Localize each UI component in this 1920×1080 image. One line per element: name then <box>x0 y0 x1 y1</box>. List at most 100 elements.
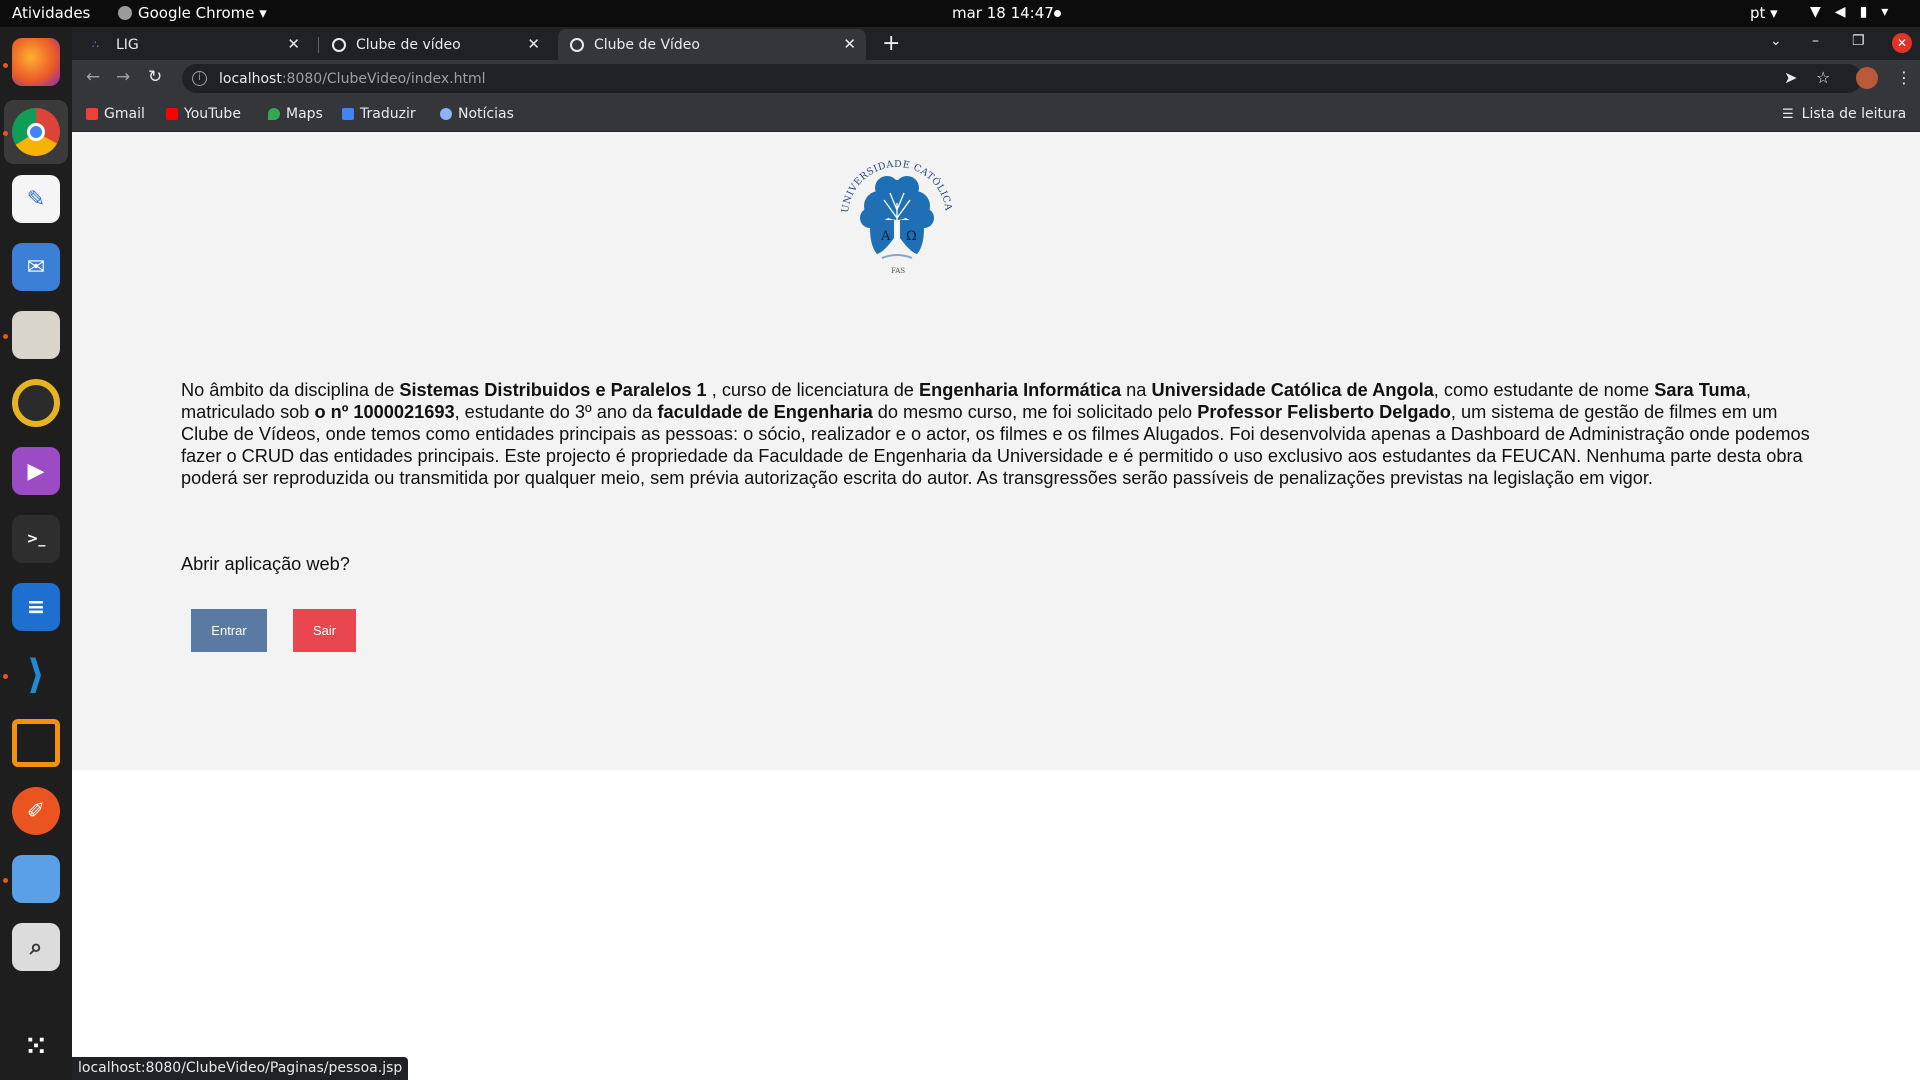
bookmark-gmail[interactable]: Gmail <box>86 106 145 122</box>
new-tab-button[interactable]: + <box>882 31 900 56</box>
about-text: , curso de licenciatura de <box>706 380 919 400</box>
page-viewport: UNIVERSIDADE CATÓLICA DE ANGOLA A Ω FAS <box>72 132 1920 1080</box>
wifi-icon: ▼ <box>1810 4 1821 20</box>
open-app-question: Abrir aplicação web? <box>181 554 350 574</box>
tab-separator <box>318 37 319 53</box>
app-menu-label: Google Chrome ▾ <box>138 4 267 22</box>
volume-icon: ◀ <box>1834 4 1846 20</box>
bookmarks-bar: Gmail YouTube Maps Traduzir Notícias ☰ L… <box>72 97 1920 132</box>
bookmark-youtube[interactable]: YouTube <box>166 106 241 122</box>
reading-list-button[interactable]: ☰ Lista de leitura <box>1782 106 1906 122</box>
bookmark-traduzir[interactable]: Traduzir <box>342 106 416 122</box>
bookmark-label: Maps <box>286 106 323 122</box>
tab-clube-de-video[interactable]: Clube de vídeo ✕ <box>320 29 550 60</box>
minimize-button[interactable]: – <box>1812 33 1819 49</box>
activities-button[interactable]: Atividades <box>12 4 90 22</box>
running-indicator <box>3 674 8 679</box>
tab-title: Clube de vídeo <box>356 36 461 53</box>
terminal-icon[interactable]: >_ <box>12 515 60 563</box>
url-host: localhost <box>219 70 282 87</box>
about-emphasis: Professor Felisberto Delgado <box>1197 402 1451 422</box>
send-icon[interactable]: ➤ <box>1784 68 1797 87</box>
postman-icon[interactable]: ✐ <box>12 787 60 835</box>
gmail-icon <box>86 108 98 120</box>
logo-footer: FAS <box>891 267 905 275</box>
enter-button[interactable]: Entrar <box>191 609 267 652</box>
bookmark-label: Traduzir <box>360 106 416 122</box>
university-logo: UNIVERSIDADE CATÓLICA DE ANGOLA A Ω FAS <box>832 148 954 275</box>
running-indicator <box>3 63 8 68</box>
profile-avatar[interactable] <box>1856 67 1878 89</box>
text-editor-icon[interactable]: ✎ <box>12 175 60 223</box>
vscode-icon[interactable]: ⟩ <box>12 651 60 699</box>
videos-icon[interactable]: ▶ <box>12 447 60 495</box>
about-text: , como estudante de nome <box>1433 380 1655 400</box>
link-status-bubble: localhost:8080/ClubeVideo/Paginas/pessoa… <box>72 1057 409 1080</box>
about-paragraph: No âmbito da disciplina de Sistemas Dist… <box>181 379 1821 489</box>
dock: ✎ ✉ ▶ >_ ≡ ⟩ ✐ ⌕ ⁙ <box>0 27 72 1080</box>
files-icon[interactable] <box>12 311 60 359</box>
back-button[interactable]: ← <box>86 67 100 87</box>
apps-grid-icon[interactable]: ⁙ <box>12 1023 60 1071</box>
menu-kebab-icon[interactable]: ⋮ <box>1896 68 1912 87</box>
exit-button[interactable]: Sair <box>293 609 356 652</box>
chrome-icon[interactable] <box>12 108 60 156</box>
bookmark-label: Gmail <box>104 106 145 122</box>
lig-favicon-icon: ∴ <box>92 37 99 51</box>
reload-button[interactable]: ↻ <box>148 67 162 87</box>
content-panel: UNIVERSIDADE CATÓLICA DE ANGOLA A Ω FAS <box>72 132 1920 770</box>
language-selector[interactable]: pt ▾ <box>1750 4 1778 22</box>
tab-clube-de-video-active[interactable]: Clube de Vídeo ✕ <box>558 29 866 60</box>
system-top-bar: Atividades Google Chrome ▾ mar 18 14:47 … <box>0 0 1920 27</box>
site-info-icon[interactable]: i <box>192 71 207 86</box>
bookmark-noticias[interactable]: Notícias <box>440 106 514 122</box>
running-indicator <box>3 878 8 883</box>
rhythmbox-icon[interactable] <box>12 379 60 427</box>
maps-icon <box>268 108 280 120</box>
running-indicator <box>3 131 8 136</box>
address-bar[interactable]: i localhost :8080/ClubeVideo/index.html <box>182 64 1862 93</box>
about-text: do mesmo curso, me foi solicitado pelo <box>872 402 1198 422</box>
about-emphasis: o nº 1000021693 <box>314 402 455 422</box>
close-icon[interactable]: ✕ <box>843 35 856 53</box>
translate-icon <box>342 108 354 120</box>
firefox-icon[interactable] <box>12 38 60 86</box>
close-icon[interactable]: ✕ <box>527 35 540 53</box>
virtualbox-icon[interactable] <box>12 719 60 767</box>
reading-list-label: Lista de leitura <box>1801 106 1907 122</box>
thunderbird-icon[interactable]: ✉ <box>12 243 60 291</box>
logo-omega: Ω <box>906 229 917 244</box>
clock[interactable]: mar 18 14:47 <box>952 4 1054 22</box>
chevron-down-icon: ▾ <box>1881 4 1889 20</box>
window-close-button[interactable]: ✕ <box>1892 33 1912 53</box>
bookmark-star-icon[interactable]: ☆ <box>1816 68 1830 87</box>
tab-search-chevron-icon[interactable]: ⌄ <box>1770 33 1782 49</box>
bookmark-maps[interactable]: Maps <box>268 106 323 122</box>
restore-button[interactable]: ❐ <box>1852 33 1865 49</box>
close-icon[interactable]: ✕ <box>287 35 300 53</box>
url-path: :8080/ClubeVideo/index.html <box>281 70 486 87</box>
search-icon[interactable]: ⌕ <box>12 923 60 971</box>
tab-title: LIG <box>116 36 139 53</box>
writer-icon[interactable]: ≡ <box>12 583 60 631</box>
about-text: , estudante do 3º ano da <box>454 402 658 422</box>
app-menu[interactable]: Google Chrome ▾ <box>118 4 267 22</box>
chrome-icon <box>118 6 132 20</box>
news-icon <box>440 108 452 120</box>
logo-alpha: A <box>880 229 891 244</box>
3d-box-icon[interactable] <box>12 855 60 903</box>
browser-toolbar: ← → ↻ i localhost :8080/ClubeVideo/index… <box>72 60 1920 97</box>
about-text: No âmbito da disciplina de <box>181 380 400 400</box>
about-emphasis: Universidade Católica de Angola <box>1151 380 1434 400</box>
about-emphasis: Sistemas Distribuidos e Paralelos 1 <box>399 380 707 400</box>
tab-title: Clube de Vídeo <box>594 36 700 53</box>
about-emphasis: faculdade de Engenharia <box>657 402 873 422</box>
tab-lig[interactable]: ∴ LIG ✕ <box>80 29 310 60</box>
system-menu[interactable]: ▼ ◀ ▮ ▾ <box>1810 4 1888 20</box>
forward-button[interactable]: → <box>116 67 130 87</box>
about-text: na <box>1121 380 1152 400</box>
tab-strip: ∴ LIG ✕ Clube de vídeo ✕ Clube de Vídeo … <box>72 27 1920 60</box>
about-emphasis: Sara Tuma <box>1654 380 1746 400</box>
globe-icon <box>332 37 346 52</box>
bookmark-label: YouTube <box>184 106 241 122</box>
